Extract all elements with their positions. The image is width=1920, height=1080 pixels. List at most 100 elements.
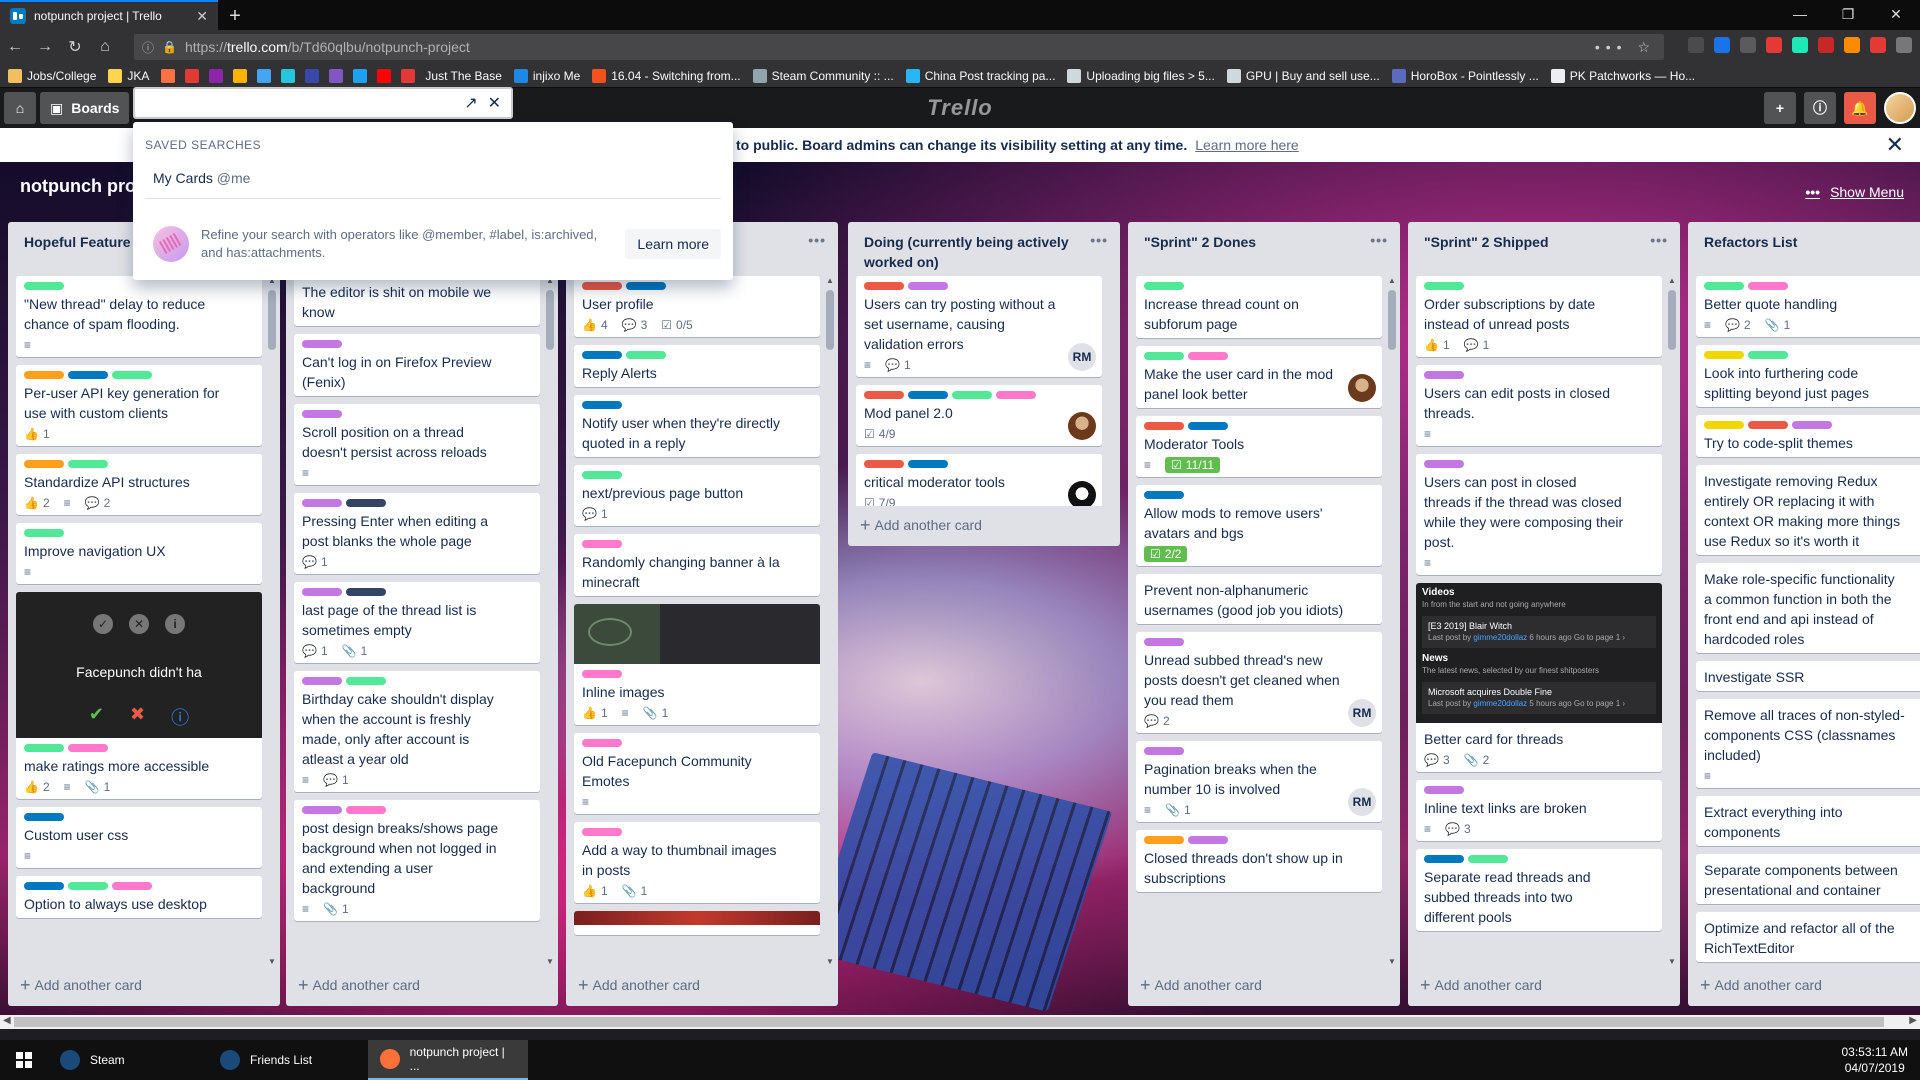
- card-label[interactable]: [68, 744, 108, 752]
- card[interactable]: The editor is shit on mobile we know: [294, 276, 540, 326]
- list-scrollbar[interactable]: ▲ ▼: [1667, 276, 1677, 966]
- bookmark-favicon-icon[interactable]: [401, 68, 416, 83]
- card[interactable]: Per-user API key generation for use with…: [16, 365, 262, 446]
- card[interactable]: critical moderator tools ☑ 7/9: [856, 454, 1102, 506]
- card[interactable]: Add a way to thumbnail images in posts 👍 1…: [574, 822, 820, 903]
- expand-search-icon[interactable]: ↗: [464, 93, 477, 113]
- card[interactable]: Standardize API structures 👍 2 ≡ 💬 2: [16, 454, 262, 515]
- scroll-thumb[interactable]: [14, 1017, 1884, 1027]
- card-label[interactable]: [1424, 855, 1464, 863]
- card[interactable]: Moderator Tools ≡ ☑ 11/11: [1136, 416, 1382, 477]
- card-label[interactable]: [1144, 282, 1184, 290]
- member-avatar[interactable]: [1348, 374, 1376, 402]
- search-input[interactable]: [143, 90, 465, 116]
- menu-icon[interactable]: [1896, 37, 1912, 53]
- bookmark-favicon-icon[interactable]: [161, 68, 176, 83]
- back-icon[interactable]: ←: [0, 38, 30, 56]
- card-label[interactable]: [302, 677, 342, 685]
- bookmark-item[interactable]: 16.04 - Switching from...: [592, 68, 741, 83]
- card-label[interactable]: [346, 677, 386, 685]
- card[interactable]: Separate components between presentation…: [1696, 854, 1920, 904]
- card-label[interactable]: [582, 471, 622, 479]
- card-label[interactable]: [1468, 855, 1508, 863]
- card[interactable]: Randomly changing banner à la minecraft: [574, 534, 820, 596]
- card-label[interactable]: [908, 460, 948, 468]
- board-horizontal-scrollbar[interactable]: ◀ ▶: [0, 1015, 1920, 1029]
- card-label[interactable]: [582, 351, 622, 359]
- card-label[interactable]: [864, 460, 904, 468]
- reload-icon[interactable]: ↻: [60, 37, 90, 57]
- card-label[interactable]: [1748, 421, 1788, 429]
- home-icon[interactable]: ⌂: [90, 38, 120, 56]
- card-label[interactable]: [626, 282, 666, 290]
- info-button[interactable]: ⓘ: [1804, 92, 1836, 124]
- card[interactable]: Birthday cake shouldn't display when the…: [294, 671, 540, 792]
- card-label[interactable]: [68, 460, 108, 468]
- card-label[interactable]: [1144, 747, 1184, 755]
- learn-more-button[interactable]: Learn more: [625, 229, 721, 259]
- card[interactable]: Notify user when they're directly quoted…: [574, 395, 820, 457]
- card[interactable]: last page of the thread list is sometime…: [294, 582, 540, 663]
- card[interactable]: [574, 911, 820, 935]
- card[interactable]: Mod panel 2.0 ☑ 4/9: [856, 385, 1102, 446]
- card-label[interactable]: [582, 401, 622, 409]
- card-label[interactable]: [1424, 282, 1464, 290]
- card-label[interactable]: [1748, 351, 1788, 359]
- card[interactable]: Users can edit posts in closed threads. ≡: [1416, 365, 1662, 446]
- card[interactable]: ✓ ✕ i Facepunch didn't ha ✔ ✖ ⓘ make ratings mo…: [16, 592, 262, 799]
- member-avatar[interactable]: [1068, 481, 1096, 506]
- forward-icon[interactable]: →: [30, 38, 60, 56]
- page-actions-icon[interactable]: ••• ☆: [1595, 39, 1656, 56]
- add-card-button[interactable]: + Add another card: [860, 515, 982, 536]
- bookmark-item[interactable]: Jobs/College: [8, 68, 96, 83]
- member-initials[interactable]: RM: [1068, 343, 1096, 371]
- card-label[interactable]: [1188, 422, 1228, 430]
- card-label[interactable]: [1704, 421, 1744, 429]
- card-label[interactable]: [908, 391, 948, 399]
- card-label[interactable]: [68, 371, 108, 379]
- card-label[interactable]: [1424, 460, 1464, 468]
- scroll-up-icon[interactable]: ▲: [1387, 276, 1397, 285]
- card-label[interactable]: [302, 499, 342, 507]
- card[interactable]: Investigate removing Redux entirely OR r…: [1696, 465, 1920, 555]
- card[interactable]: Reply Alerts: [574, 345, 820, 387]
- card-label[interactable]: [582, 828, 622, 836]
- bookmark-item[interactable]: China Post tracking pa...: [905, 68, 1055, 83]
- card-label[interactable]: [1424, 786, 1464, 794]
- card[interactable]: Custom user css ≡: [16, 807, 262, 868]
- list-scrollbar[interactable]: ▲ ▼: [825, 276, 835, 966]
- card[interactable]: Unread subbed thread's new posts doesn't…: [1136, 632, 1382, 733]
- close-window-icon[interactable]: ✕: [1872, 0, 1920, 30]
- card[interactable]: Users can post in closed threads if the …: [1416, 454, 1662, 575]
- add-card-button[interactable]: + Add another card: [1700, 975, 1822, 996]
- extension-icon[interactable]: [1844, 37, 1860, 53]
- bookmark-item[interactable]: Steam Community :: ...: [752, 68, 894, 83]
- card-label[interactable]: [346, 499, 386, 507]
- card-label[interactable]: [952, 391, 992, 399]
- card-label[interactable]: [346, 588, 386, 596]
- saved-search-my-cards[interactable]: My Cards @me: [153, 170, 250, 186]
- list-menu-icon[interactable]: •••: [1090, 232, 1108, 248]
- card-label[interactable]: [996, 391, 1036, 399]
- taskbar-item[interactable]: Friends List: [208, 1040, 368, 1080]
- scroll-up-icon[interactable]: ▲: [1667, 276, 1677, 285]
- user-avatar[interactable]: [1884, 92, 1916, 124]
- add-card-button[interactable]: + Add another card: [1140, 975, 1262, 996]
- add-card-button[interactable]: + Add another card: [20, 975, 142, 996]
- maximize-icon[interactable]: ❐: [1824, 0, 1872, 30]
- card-label[interactable]: [1424, 371, 1464, 379]
- list-menu-icon[interactable]: •••: [1370, 232, 1388, 248]
- list-scrollbar[interactable]: ▲ ▼: [267, 276, 277, 966]
- card-label[interactable]: [68, 882, 108, 890]
- card[interactable]: Pagination breaks when the number 10 is …: [1136, 741, 1382, 822]
- card-label[interactable]: [582, 282, 622, 290]
- card-label[interactable]: [626, 351, 666, 359]
- card-label[interactable]: [302, 410, 342, 418]
- extension-icon[interactable]: [1740, 37, 1756, 53]
- card-label[interactable]: [1144, 491, 1184, 499]
- list-title[interactable]: "Sprint" 2 Dones: [1128, 222, 1400, 264]
- card[interactable]: Separate read threads and subbed threads…: [1416, 849, 1662, 931]
- card-label[interactable]: [24, 882, 64, 890]
- card-label[interactable]: [582, 739, 622, 747]
- create-button[interactable]: +: [1764, 92, 1796, 124]
